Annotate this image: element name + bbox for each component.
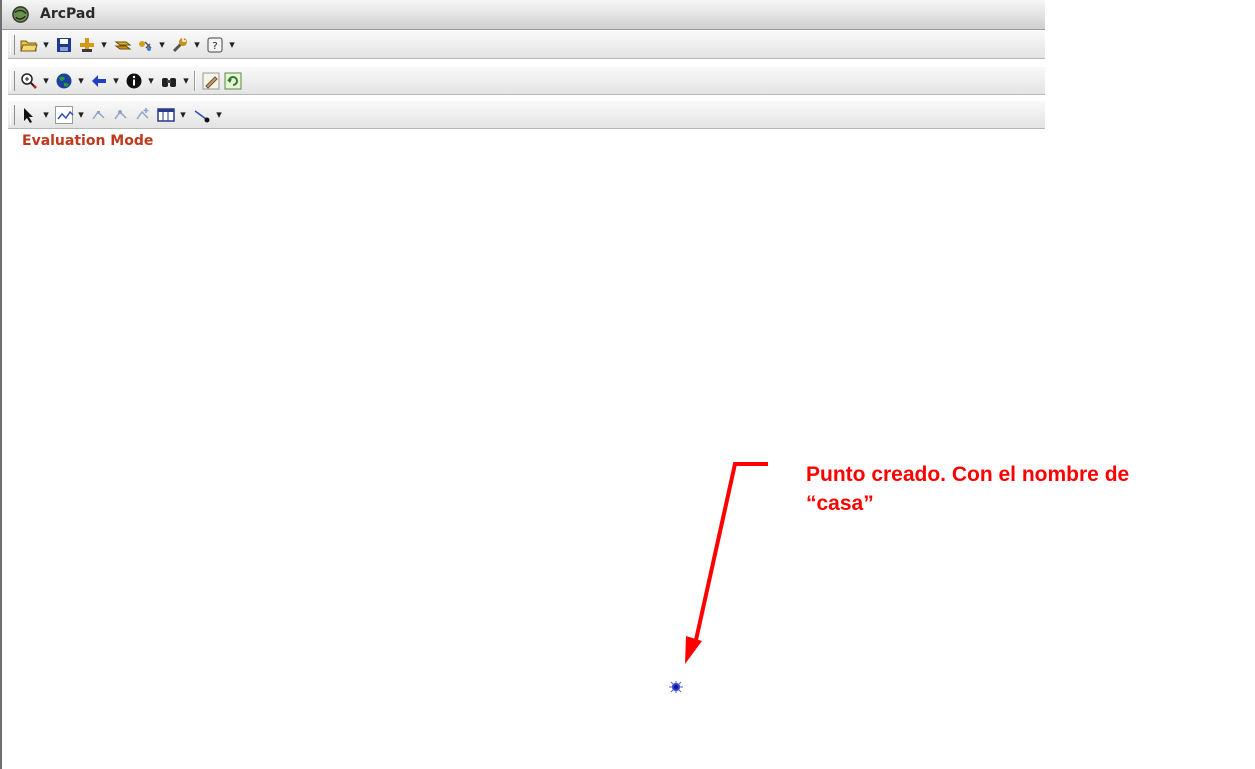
vertex-add-icon[interactable] [134, 106, 152, 124]
help-icon[interactable]: ? [206, 36, 224, 54]
annotation-label: Punto creado. Con el nombre de “casa” [806, 460, 1246, 518]
back-arrow-icon[interactable] [90, 72, 108, 90]
vertex-icon[interactable] [90, 106, 108, 124]
zoom-dropdown[interactable]: ▾ [41, 72, 51, 90]
toolbar-grip[interactable] [10, 35, 15, 55]
globe-icon[interactable] [55, 72, 73, 90]
select-dropdown[interactable]: ▾ [41, 106, 51, 124]
save-icon[interactable] [55, 36, 73, 54]
tools-dropdown[interactable]: ▾ [192, 36, 202, 54]
toolbar-separator [194, 71, 196, 91]
gps-icon[interactable] [136, 36, 154, 54]
identify-dropdown[interactable]: ▾ [146, 72, 156, 90]
line-point-icon[interactable] [193, 106, 211, 124]
zoom-in-icon[interactable] [20, 72, 38, 90]
gps-dropdown[interactable]: ▾ [157, 36, 167, 54]
select-arrow-icon[interactable] [20, 106, 38, 124]
add-layer-icon[interactable] [78, 36, 96, 54]
layers-icon[interactable] [114, 36, 132, 54]
annotation-line-1: Punto creado. Con el nombre de [806, 463, 1130, 486]
toolbar-grip[interactable] [10, 71, 15, 91]
open-icon[interactable] [20, 36, 38, 54]
identify-icon[interactable] [125, 72, 143, 90]
navigation-toolbar: ▾ ▾ ▾ ▾ ▾ [8, 67, 1045, 95]
title-bar[interactable]: ArcPad [2, 0, 1045, 30]
edit-icon[interactable] [202, 72, 220, 90]
point-symbol-icon[interactable] [666, 679, 686, 695]
polyline-icon[interactable] [55, 106, 74, 124]
open-dropdown[interactable]: ▾ [41, 36, 51, 54]
editing-toolbar: ▾ ▾ ▾ ▾ [8, 101, 1045, 129]
arcpad-globe-icon [12, 6, 29, 23]
tools-icon[interactable] [171, 36, 189, 54]
annotation-line-2: “casa” [806, 492, 874, 515]
vertex-move-icon[interactable] [112, 106, 130, 124]
file-toolbar: ▾ ▾ ▾ ▾ ? ▾ [8, 31, 1045, 59]
map-view[interactable] [2, 130, 1045, 769]
toolbar-grip[interactable] [10, 105, 15, 125]
back-dropdown[interactable]: ▾ [111, 72, 121, 90]
refresh-icon[interactable] [224, 72, 242, 90]
find-dropdown[interactable]: ▾ [181, 72, 191, 90]
arcpad-window: ArcPad ▾ ▾ ▾ ▾ ? ▾ ▾ ▾ ▾ ▾ ▾ ▾ ▾ ▾ ▾ Eva… [0, 0, 1045, 769]
table-dropdown[interactable]: ▾ [178, 106, 188, 124]
line-point-dropdown[interactable]: ▾ [214, 106, 224, 124]
add-layer-dropdown[interactable]: ▾ [99, 36, 109, 54]
window-title: ArcPad [40, 6, 96, 22]
polyline-dropdown[interactable]: ▾ [76, 106, 86, 124]
table-icon[interactable] [157, 106, 175, 124]
find-icon[interactable] [160, 72, 178, 90]
svg-text:?: ? [212, 41, 217, 52]
evaluation-mode-watermark: Evaluation Mode [22, 133, 154, 149]
globe-dropdown[interactable]: ▾ [76, 72, 86, 90]
help-dropdown[interactable]: ▾ [227, 36, 237, 54]
